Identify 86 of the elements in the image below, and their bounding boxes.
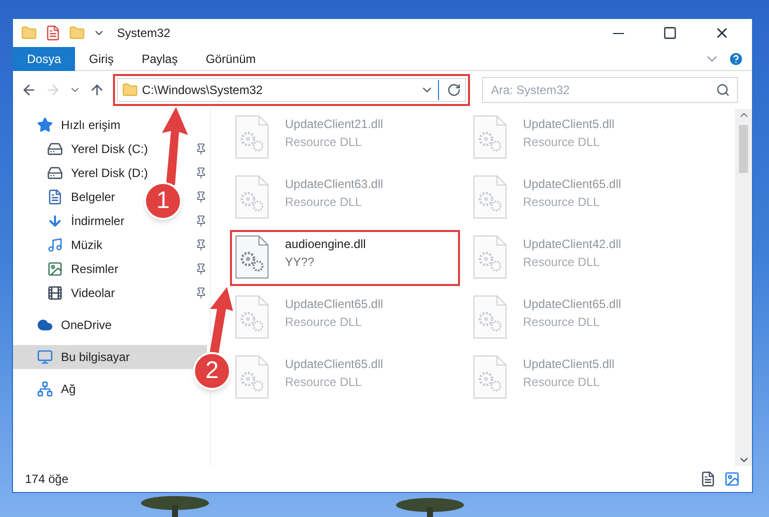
file-name: UpdateClient42.dll: [523, 236, 622, 253]
nav-item[interactable]: İndirmeler: [13, 209, 128, 233]
nav-item[interactable]: Videolar: [13, 281, 119, 305]
dll-file-icon: [235, 235, 269, 279]
nav-label: Bu bilgisayar: [61, 349, 131, 366]
image-icon: [47, 261, 63, 277]
network-icon: [37, 381, 53, 397]
up-icon[interactable]: [89, 82, 105, 98]
dll-file-icon: [473, 235, 507, 279]
dll-file-icon: [473, 355, 507, 399]
search-icon: [716, 83, 730, 97]
nav-label: Belgeler: [71, 189, 116, 206]
search-field[interactable]: Ara: System32: [482, 77, 738, 103]
film-icon: [47, 285, 63, 301]
file-type: Resource DLL: [285, 314, 363, 331]
scrollbar[interactable]: [735, 109, 752, 466]
dll-file-icon: [235, 295, 269, 339]
tiles-view-icon[interactable]: [724, 471, 740, 487]
nav-item[interactable]: Yerel Disk (C:): [13, 137, 152, 161]
dll-file-icon: [235, 115, 269, 159]
maximize-icon: [663, 26, 677, 40]
cloud-icon: [37, 317, 53, 333]
file-name: UpdateClient5.dll: [523, 356, 614, 373]
scroll-thumb[interactable]: [739, 125, 748, 173]
nav-label: Yerel Disk (D:): [71, 165, 149, 182]
nav-item[interactable]: Müzik: [13, 233, 106, 257]
file-tile[interactable]: audioengine.dll YY??: [235, 235, 455, 281]
file-name: UpdateClient21.dll: [285, 116, 384, 133]
refresh-icon[interactable]: [447, 83, 461, 97]
nav-label: İndirmeler: [71, 213, 126, 230]
document-icon: [47, 189, 63, 205]
file-type: Resource DLL: [285, 374, 363, 391]
file-name: UpdateClient65.dll: [523, 296, 622, 313]
ribbon-tab[interactable]: Giriş: [75, 46, 128, 70]
file-name: UpdateClient63.dll: [285, 176, 384, 193]
dll-file-icon: [235, 355, 269, 399]
file-type: Resource DLL: [523, 254, 601, 271]
nav-label: Müzik: [71, 237, 104, 254]
properties-icon[interactable]: [45, 25, 61, 41]
nav-label: Ağ: [61, 381, 77, 398]
star-icon: [37, 117, 53, 133]
file-type: YY??: [285, 254, 316, 271]
file-type: Resource DLL: [285, 194, 363, 211]
details-view-icon[interactable]: [700, 471, 716, 487]
drive-icon: [47, 165, 63, 181]
address-text: C:\Windows\System32: [142, 82, 264, 99]
file-type: Resource DLL: [523, 374, 601, 391]
help-icon[interactable]: [728, 50, 744, 66]
minimize-icon: [612, 32, 624, 34]
ribbon-tab[interactable]: Görünüm: [192, 46, 270, 70]
nav-label: Videolar: [71, 285, 116, 302]
nav-item[interactable]: Resimler: [13, 257, 122, 281]
ribbon-tab[interactable]: Paylaş: [128, 46, 192, 70]
folder-icon: [122, 82, 138, 98]
dll-file-icon: [473, 295, 507, 339]
drive-icon: [47, 141, 63, 157]
palm-tree-drawing: [395, 497, 465, 517]
monitor-icon: [37, 349, 53, 365]
music-note-icon: [47, 237, 63, 253]
file-name: UpdateClient65.dll: [285, 356, 384, 373]
nav-item[interactable]: Belgeler: [13, 185, 120, 209]
file-type: Resource DLL: [523, 134, 601, 151]
file-type: Resource DLL: [285, 134, 363, 151]
nav-label: Resimler: [71, 261, 120, 278]
file-name: UpdateClient65.dll: [285, 296, 384, 313]
file-type: Resource DLL: [523, 194, 601, 211]
window-title: System32: [117, 25, 170, 42]
file-name: audioengine.dll: [285, 236, 366, 253]
ribbon-tab[interactable]: Dosya: [13, 46, 76, 70]
back-icon[interactable]: [21, 82, 37, 98]
nav-item[interactable]: Bu bilgisayar: [13, 345, 207, 369]
dll-file-icon: [235, 175, 269, 219]
nav-label: Yerel Disk (C:): [71, 141, 149, 158]
nav-item[interactable]: Ağ: [13, 377, 80, 401]
nav-item[interactable]: OneDrive: [13, 313, 116, 337]
nav-label: Hızlı erişim: [61, 117, 122, 134]
file-name: UpdateClient65.dll: [523, 176, 622, 193]
nav-item[interactable]: Yerel Disk (D:): [13, 161, 152, 185]
item-count: 174 öğe: [25, 471, 68, 488]
dll-file-icon: [473, 115, 507, 159]
palm-tree-drawing: [140, 495, 210, 517]
nav-item[interactable]: Hızlı erişim: [13, 113, 124, 137]
nav-label: OneDrive: [61, 317, 113, 334]
file-type: Resource DLL: [523, 314, 601, 331]
dll-file-icon: [473, 175, 507, 219]
file-name: UpdateClient5.dll: [523, 116, 614, 133]
